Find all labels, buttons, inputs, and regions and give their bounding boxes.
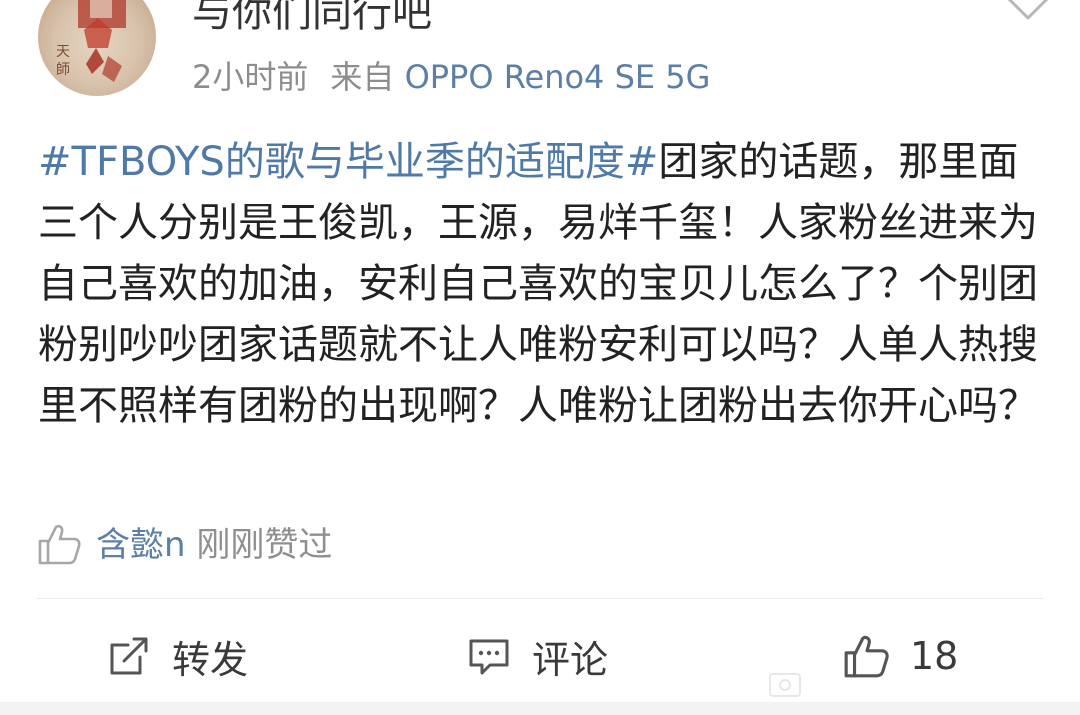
repost-icon	[110, 637, 148, 675]
chevron-down-icon[interactable]	[1002, 0, 1054, 28]
repost-button[interactable]: 转发	[106, 624, 248, 688]
liker-name[interactable]: 含懿n	[96, 525, 186, 565]
bottom-separator	[0, 702, 1080, 715]
thumbs-up-icon	[844, 635, 889, 678]
thumbs-up-outline-icon	[38, 524, 81, 564]
post-time: 2小时前	[192, 58, 309, 96]
comment-button[interactable]: 评论	[466, 624, 608, 688]
weibo-post-card: 天 師 与你们同行吧 2小时前 来自 OPPO Reno4 SE 5G #TFBO…	[0, 0, 1080, 715]
username[interactable]: 与你们同行吧	[192, 0, 432, 40]
liked-suffix: 刚刚赞过	[196, 525, 333, 565]
svg-text:天: 天	[56, 44, 70, 60]
post-content: #TFBOYS的歌与毕业季的适配度#团家的话题，那里面三个人分别是王俊凯，王源，…	[38, 132, 1040, 437]
liked-by-row: 含懿n 刚刚赞过	[36, 519, 332, 571]
action-bar: 转发 评论 18	[0, 624, 1080, 688]
divider	[36, 598, 1044, 599]
repost-label: 转发	[172, 637, 249, 682]
source-prefix: 来自	[330, 58, 395, 96]
like-button[interactable]: 18	[842, 624, 958, 688]
svg-text:師: 師	[56, 62, 70, 78]
avatar-image: 天 師	[38, 0, 156, 96]
post-meta: 2小时前 来自 OPPO Reno4 SE 5G	[192, 54, 710, 100]
hashtag-link[interactable]: #TFBOYS的歌与毕业季的适配度#	[38, 139, 658, 185]
like-count: 18	[910, 634, 959, 678]
comment-icon	[469, 639, 509, 675]
comment-label: 评论	[532, 637, 609, 682]
watermark-icon	[769, 673, 801, 697]
avatar[interactable]: 天 師	[38, 0, 156, 96]
source-device[interactable]: OPPO Reno4 SE 5G	[405, 58, 711, 96]
